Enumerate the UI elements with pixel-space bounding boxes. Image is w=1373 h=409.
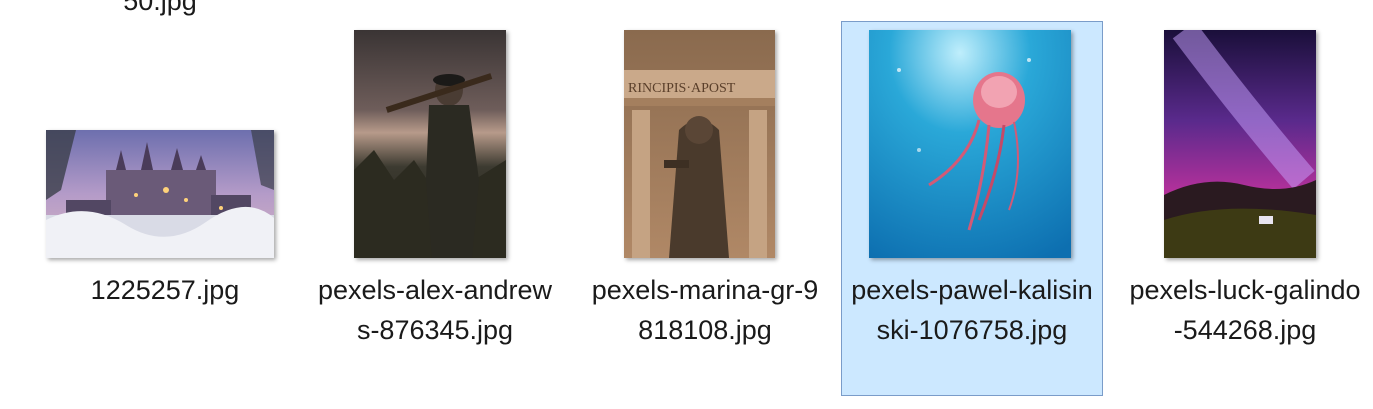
file-item-pexels-luck-galindo[interactable]: pexels-luck-galindo-544268.jpg: [1125, 0, 1365, 409]
svg-text:RINCIPIS·APOST: RINCIPIS·APOST: [628, 81, 736, 96]
image-thumbnail-jellyfish: [869, 30, 1071, 258]
image-thumbnail-soldier: [354, 30, 506, 258]
file-item-1225257[interactable]: 1225257.jpg: [30, 0, 300, 409]
image-thumbnail-statue: RINCIPIS·APOST: [624, 30, 775, 258]
image-thumbnail-castle: [46, 130, 274, 258]
file-item-pexels-pawel-kalisinski[interactable]: pexels-pawel-kalisinski-1076758.jpg: [841, 0, 1103, 409]
file-item-pexels-alex-andrews[interactable]: pexels-alex-andrews-876345.jpg: [315, 0, 555, 409]
file-name-label: pexels-alex-andrews-876345.jpg: [317, 275, 553, 345]
file-name-label: pexels-marina-gr-9818108.jpg: [591, 275, 819, 345]
file-name-label: pexels-pawel-kalisinski-1076758.jpg: [851, 275, 1093, 345]
file-name-label: pexels-luck-galindo-544268.jpg: [1129, 275, 1361, 345]
image-thumbnail-milkyway: [1164, 30, 1316, 258]
file-item-pexels-marina-gr[interactable]: RINCIPIS·APOST pexels-marina-gr-9818108.…: [585, 0, 825, 409]
file-name-label: 1225257.jpg: [90, 275, 240, 305]
